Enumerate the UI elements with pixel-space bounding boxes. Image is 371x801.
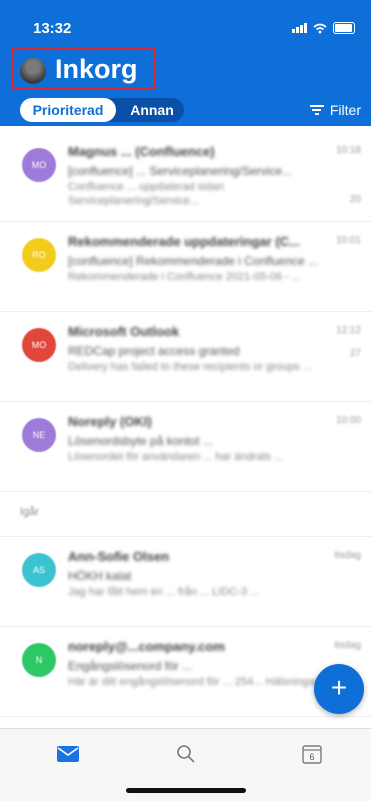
mail-icon: [57, 746, 79, 762]
email-preview: Delivery has failed to these recipients …: [68, 361, 312, 373]
message-list: MO Magnus ... (Confluence) 10:18 [conflu…: [0, 132, 371, 717]
sender-avatar: MO: [22, 328, 56, 362]
tab-search[interactable]: [166, 739, 206, 769]
wifi-icon: [313, 23, 327, 33]
home-indicator: [126, 788, 246, 793]
email-preview: Jag har fått hem en ... från ... LIDC-3 …: [68, 586, 260, 598]
date-section-header: Igår: [0, 492, 371, 537]
email-time: 10:01: [335, 235, 361, 246]
email-sender: Microsoft Outlook: [68, 324, 180, 339]
email-sender: Ann-Sofie Olsen: [68, 549, 170, 564]
tab-annan[interactable]: Annan: [120, 98, 184, 122]
status-bar: 13:32: [0, 18, 371, 40]
email-time: tisdag: [334, 550, 361, 561]
email-subject: REDCap project access granted: [68, 344, 240, 358]
tab-mail[interactable]: [48, 739, 88, 769]
compose-button[interactable]: +: [314, 664, 364, 714]
email-preview: Confluence ... uppdaterad sidan Servicep…: [68, 181, 224, 207]
email-subject: Engångslösenord för ...: [68, 659, 193, 673]
email-time: tisdag: [334, 640, 361, 651]
app-header: 13:32 Inkorg Prioriterad Annan Filter: [0, 0, 371, 126]
email-subject: Lösenordsbyte på kontot ...: [68, 434, 213, 448]
email-preview: Lösenordet för användaren ... har ändrat…: [68, 451, 284, 463]
email-subject: HÖKH kalat: [68, 569, 132, 583]
tab-prioriterad[interactable]: Prioriterad: [20, 98, 116, 122]
bottom-tab-bar: 6: [0, 728, 371, 801]
signal-icon: [292, 23, 307, 33]
email-sender: noreply@...company.com: [68, 639, 225, 654]
email-preview: Rekommenderade i Confluence 2021-05-06 -…: [68, 271, 301, 283]
email-subject: [confluence] ... Serviceplanering/Servic…: [68, 164, 293, 178]
filter-icon: [309, 103, 324, 117]
sender-avatar: AS: [22, 553, 56, 587]
inbox-segmented-control: Prioriterad Annan: [20, 98, 184, 122]
sender-avatar: RO: [22, 238, 56, 272]
tab-calendar[interactable]: 6: [292, 739, 332, 769]
email-subject: [confluence] Rekommenderade i Confluence…: [68, 254, 319, 268]
status-icons: [292, 22, 355, 34]
account-avatar[interactable]: [20, 58, 46, 84]
calendar-day: 6: [309, 752, 314, 762]
calendar-icon: 6: [302, 745, 322, 764]
email-sender: Noreply (OKI): [68, 414, 152, 429]
sender-avatar: N: [22, 643, 56, 677]
email-row[interactable]: MO Magnus ... (Confluence) 10:18 [conflu…: [0, 132, 371, 222]
search-icon: [177, 745, 195, 763]
email-sender: Rekommenderade uppdateringar (C...: [68, 234, 300, 249]
email-preview: Här är ditt engångslösenord för ... 254.…: [68, 676, 331, 688]
battery-icon: [333, 22, 355, 34]
email-time: 10:18: [335, 145, 361, 156]
filter-label: Filter: [329, 102, 361, 118]
filter-button[interactable]: Filter: [309, 102, 361, 118]
thread-count: 27: [349, 348, 361, 359]
email-time: 10:00: [335, 415, 361, 426]
email-sender: Magnus ... (Confluence): [68, 144, 215, 159]
status-time: 13:32: [33, 20, 72, 37]
thread-count: 20: [349, 194, 361, 205]
email-row[interactable]: NE Noreply (OKI) 10:00 Lösenordsbyte på …: [0, 402, 371, 492]
section-label: Igår: [20, 506, 39, 518]
email-row[interactable]: RO Rekommenderade uppdateringar (C... 10…: [0, 222, 371, 312]
email-row[interactable]: AS Ann-Sofie Olsen tisdag HÖKH kalat Jag…: [0, 537, 371, 627]
email-row[interactable]: MO Microsoft Outlook 12:12 REDCap projec…: [0, 312, 371, 402]
email-time: 12:12: [335, 325, 361, 336]
page-title: Inkorg: [55, 54, 138, 84]
email-row[interactable]: N noreply@...company.com tisdag Engångsl…: [0, 627, 371, 717]
sender-avatar: MO: [22, 148, 56, 182]
sender-avatar: NE: [22, 418, 56, 452]
